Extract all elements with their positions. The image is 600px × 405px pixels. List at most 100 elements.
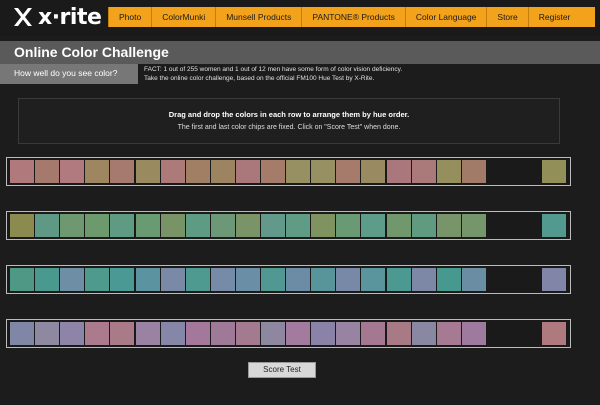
color-chip[interactable] (110, 214, 135, 237)
color-chip[interactable] (60, 160, 85, 183)
color-chip[interactable] (361, 160, 386, 183)
color-chip[interactable] (160, 322, 185, 345)
instructions-panel: Drag and drop the colors in each row to … (18, 98, 560, 144)
color-chip[interactable] (110, 322, 135, 345)
color-chip[interactable] (461, 268, 486, 291)
color-chip[interactable] (135, 268, 160, 291)
color-chip[interactable] (336, 214, 361, 237)
fixed-color-chip (542, 322, 566, 345)
color-chip[interactable] (411, 322, 436, 345)
color-chip[interactable] (160, 214, 185, 237)
color-chip[interactable] (60, 322, 85, 345)
color-chip[interactable] (235, 160, 260, 183)
nav-colormunki[interactable]: ColorMunki (152, 7, 217, 27)
chip-row-2 (6, 211, 571, 240)
nav-store[interactable]: Store (487, 7, 529, 27)
nav-photo[interactable]: Photo (108, 7, 153, 27)
color-chip[interactable] (286, 160, 311, 183)
color-chip[interactable] (185, 268, 210, 291)
color-chip[interactable] (386, 268, 411, 291)
color-chip[interactable] (386, 322, 411, 345)
color-chip[interactable] (85, 322, 110, 345)
nav-munsell-products[interactable]: Munsell Products (216, 7, 303, 27)
fixed-color-chip (542, 160, 566, 183)
color-chip[interactable] (461, 160, 486, 183)
color-chip[interactable] (411, 214, 436, 237)
color-chip[interactable] (85, 268, 110, 291)
color-chip[interactable] (361, 214, 386, 237)
color-chip[interactable] (210, 160, 235, 183)
color-chip[interactable] (311, 268, 336, 291)
color-chip[interactable] (286, 268, 311, 291)
color-chip[interactable] (261, 268, 285, 291)
color-chip[interactable] (411, 160, 436, 183)
instructions-bold: Drag and drop the colors in each row to … (168, 110, 410, 119)
color-chip[interactable] (311, 160, 336, 183)
color-chip[interactable] (185, 214, 210, 237)
color-chip[interactable] (361, 322, 386, 345)
fixed-color-chip (10, 322, 34, 345)
color-chip[interactable] (361, 268, 386, 291)
nav-color-language[interactable]: Color Language (406, 7, 488, 27)
color-chip[interactable] (160, 268, 185, 291)
color-chip[interactable] (261, 322, 285, 345)
nav-pantone-products[interactable]: PANTONE® Products (302, 7, 406, 27)
color-chip[interactable] (160, 160, 185, 183)
top-bar: x·rite Photo ColorMunki Munsell Products… (0, 0, 600, 36)
color-chip[interactable] (235, 214, 260, 237)
color-chip[interactable] (311, 214, 336, 237)
color-chip[interactable] (436, 268, 461, 291)
color-chip[interactable] (110, 160, 135, 183)
color-chip[interactable] (210, 214, 235, 237)
color-chip[interactable] (135, 322, 160, 345)
color-chip[interactable] (235, 268, 260, 291)
color-chip[interactable] (336, 160, 361, 183)
xrite-x-icon (12, 6, 34, 28)
color-chip[interactable] (235, 322, 260, 345)
color-chip[interactable] (35, 268, 60, 291)
xrite-logo[interactable]: x·rite (12, 4, 102, 30)
color-chip[interactable] (386, 160, 411, 183)
instructions-note: The first and last color chips are fixed… (177, 124, 401, 131)
color-chip[interactable] (35, 214, 60, 237)
color-chip[interactable] (461, 322, 486, 345)
fixed-color-chip (10, 268, 34, 291)
color-chip[interactable] (436, 322, 461, 345)
subtitle-box: How well do you see color? (0, 64, 138, 84)
color-chip[interactable] (411, 268, 436, 291)
color-chip[interactable] (60, 268, 85, 291)
fixed-color-chip (10, 160, 34, 183)
fixed-color-chip (10, 214, 34, 237)
color-chip[interactable] (436, 160, 461, 183)
color-chip[interactable] (35, 160, 60, 183)
color-chip[interactable] (261, 214, 285, 237)
color-chip[interactable] (185, 160, 210, 183)
color-chip[interactable] (135, 214, 160, 237)
color-chip[interactable] (60, 214, 85, 237)
fact-line-1: FACT: 1 out of 255 women and 1 out of 12… (144, 66, 403, 73)
color-chip[interactable] (261, 160, 285, 183)
fixed-color-chip (542, 268, 566, 291)
color-chip[interactable] (436, 214, 461, 237)
color-chip[interactable] (210, 268, 235, 291)
color-chip[interactable] (336, 322, 361, 345)
score-test-button[interactable]: Score Test (248, 362, 316, 378)
chip-row-4 (6, 319, 571, 348)
color-chip[interactable] (210, 322, 235, 345)
color-chip[interactable] (311, 322, 336, 345)
color-chip[interactable] (185, 322, 210, 345)
fact-text: FACT: 1 out of 255 women and 1 out of 12… (144, 65, 594, 83)
color-chip[interactable] (110, 268, 135, 291)
color-chip[interactable] (85, 160, 110, 183)
color-chip[interactable] (135, 160, 160, 183)
color-chip[interactable] (336, 268, 361, 291)
color-chip[interactable] (286, 214, 311, 237)
color-chip[interactable] (85, 214, 110, 237)
nav-register[interactable]: Register (529, 7, 581, 27)
logo-text: x·rite (38, 4, 102, 30)
fact-line-2: Take the online color challenge, based o… (144, 75, 375, 82)
color-chip[interactable] (35, 322, 60, 345)
color-chip[interactable] (386, 214, 411, 237)
color-chip[interactable] (286, 322, 311, 345)
color-chip[interactable] (461, 214, 486, 237)
